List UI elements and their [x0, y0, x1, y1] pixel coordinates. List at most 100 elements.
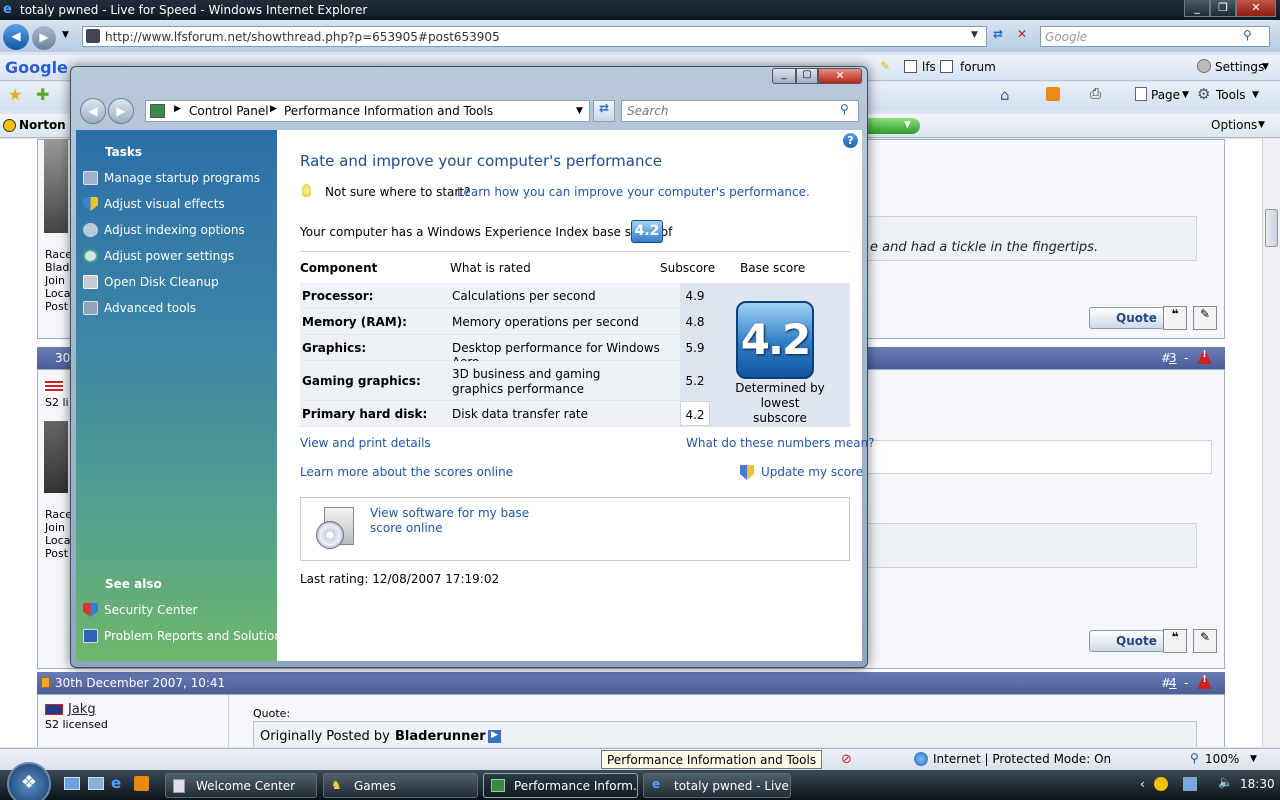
toolbar-lfs-label[interactable]: lfs — [922, 60, 936, 74]
breadcrumb-separator-icon[interactable]: ▶ — [174, 104, 181, 114]
taskbar-performance[interactable]: Performance Inform... — [483, 773, 638, 798]
toolbar-forum-label[interactable]: forum — [960, 60, 996, 74]
restore-button[interactable]: ❐ — [1210, 0, 1236, 17]
zoom-dropdown-icon[interactable]: ▼ — [1250, 754, 1257, 764]
zoom-level[interactable]: 100% — [1205, 752, 1239, 766]
tools-menu[interactable]: Tools — [1216, 88, 1246, 102]
breadcrumb-control-panel[interactable]: Control Panel — [189, 104, 269, 118]
page-menu[interactable]: Page — [1151, 88, 1180, 102]
help-icon[interactable]: ? — [843, 133, 858, 148]
cp-minimize-button[interactable]: _ — [772, 68, 796, 84]
zoom-icon[interactable]: ⚲ — [1190, 751, 1199, 765]
task-disk-cleanup[interactable]: Open Disk Cleanup — [104, 275, 219, 289]
show-desktop-icon[interactable] — [64, 777, 80, 790]
tools-gear-icon[interactable]: ⚙ — [1197, 85, 1210, 103]
tray-norton-icon[interactable] — [1154, 777, 1168, 791]
history-dropdown-icon[interactable]: ▼ — [62, 30, 69, 40]
back-button[interactable]: ◀ — [3, 24, 29, 50]
norton-status-dropdown-icon[interactable]: ▼ — [904, 120, 911, 130]
post-2-quote-button[interactable]: Quote — [1089, 307, 1164, 329]
refresh-button[interactable]: ⇄ — [988, 27, 1008, 46]
determined-by-text: Determined by lowest subscore — [735, 381, 825, 425]
breadcrumb-performance[interactable]: Performance Information and Tools — [284, 104, 493, 118]
popup-blocker-icon[interactable]: ⊘ — [841, 752, 852, 767]
post-3-edit-icon[interactable]: ✎ — [1193, 629, 1217, 653]
breadcrumb-separator-icon[interactable]: ▶ — [270, 104, 277, 114]
settings-menu[interactable]: Settings — [1215, 60, 1264, 74]
add-favorites-icon[interactable]: ✚ — [36, 85, 49, 104]
switch-windows-icon[interactable] — [88, 777, 104, 790]
taskbar-welcome-center[interactable]: Welcome Center — [165, 773, 317, 798]
update-score-link[interactable]: Update my score — [761, 465, 863, 479]
post-2-edit-icon[interactable]: ✎ — [1193, 306, 1217, 330]
page-menu-icon[interactable] — [1135, 87, 1147, 101]
tray-volume-icon[interactable]: 🔈 — [1218, 775, 1233, 789]
what-numbers-mean-link[interactable]: What do these numbers mean? — [686, 436, 875, 450]
post-4-number-link[interactable]: 4 — [1169, 676, 1177, 690]
norton-options-menu[interactable]: Options — [1211, 118, 1257, 132]
quicklaunch-media-icon[interactable] — [134, 776, 149, 791]
settings-icon[interactable] — [1197, 59, 1211, 73]
page-scrollbar[interactable] — [1262, 139, 1280, 747]
cp-back-button[interactable]: ◀ — [80, 98, 106, 124]
feeds-icon[interactable] — [1046, 87, 1060, 101]
post-3-report-icon[interactable]: ! — [1197, 349, 1212, 364]
task-manage-startup[interactable]: Manage startup programs — [104, 171, 260, 185]
page-dropdown-icon[interactable]: ▼ — [1182, 90, 1189, 100]
post-3-quote-button[interactable]: Quote — [1089, 630, 1164, 652]
cp-search-icon[interactable]: ⚲ — [840, 102, 849, 116]
post-3-number-link[interactable]: 3 — [1169, 351, 1177, 365]
settings-dropdown-icon[interactable]: ▼ — [1262, 62, 1269, 72]
post-4-username[interactable]: Jakg — [68, 702, 96, 717]
scrollbar-thumb[interactable] — [1265, 209, 1278, 247]
clock[interactable]: 18:30 — [1240, 777, 1275, 791]
task-adjust-power[interactable]: Adjust power settings — [104, 249, 234, 263]
minimize-button[interactable]: _ — [1184, 0, 1210, 17]
close-button[interactable]: ✕ — [1236, 0, 1276, 17]
address-bar[interactable]: http://www.lfsforum.net/showthread.php?p… — [82, 26, 987, 47]
view-software-link[interactable]: View software for my base score online — [370, 506, 550, 536]
tools-dropdown-icon[interactable]: ▼ — [1252, 90, 1259, 100]
address-dropdown-icon[interactable]: ▼ — [971, 30, 978, 40]
cp-search-box[interactable]: Search ⚲ — [621, 100, 859, 122]
search-box[interactable]: Google ⚲ — [1040, 26, 1270, 47]
favorites-star-icon[interactable]: ★ — [8, 85, 22, 104]
task-adjust-visual[interactable]: Adjust visual effects — [104, 197, 225, 211]
post-3-flag-icon — [45, 381, 63, 392]
print-icon[interactable]: ⎙ — [1090, 86, 1101, 102]
taskbar-games[interactable]: ♞ Games — [323, 773, 478, 798]
start-button[interactable]: ❖ — [7, 762, 51, 800]
cp-close-button[interactable]: ✕ — [818, 68, 862, 84]
tray-expand-icon[interactable]: ‹ — [1140, 777, 1145, 791]
tray-network-icon[interactable] — [1183, 777, 1197, 791]
view-post-icon[interactable]: ▶ — [488, 730, 501, 743]
cp-breadcrumb[interactable]: ▶ Control Panel ▶ Performance Informatio… — [145, 100, 590, 122]
see-also-security-center[interactable]: Security Center — [104, 603, 197, 617]
cp-forward-button[interactable]: ▶ — [108, 98, 134, 124]
learn-more-scores-link[interactable]: Learn more about the scores online — [300, 465, 513, 479]
home-icon[interactable]: ⌂ — [1000, 86, 1010, 104]
stop-button[interactable]: ✕ — [1012, 27, 1032, 46]
post-2-multiquote-icon[interactable]: ❝ — [1163, 306, 1187, 330]
task-advanced-tools[interactable]: Advanced tools — [104, 301, 196, 315]
see-also-problem-reports[interactable]: Problem Reports and Solutions — [104, 629, 288, 643]
view-print-details-link[interactable]: View and print details — [300, 436, 431, 450]
security-zone[interactable]: Internet | Protected Mode: On — [933, 752, 1111, 766]
taskbar-ie-window[interactable]: e totaly pwned - Live ... — [643, 773, 791, 798]
improve-performance-link[interactable]: Learn how you can improve your computer'… — [457, 185, 810, 199]
norton-options-dropdown-icon[interactable]: ▼ — [1258, 120, 1265, 130]
task-adjust-indexing[interactable]: Adjust indexing options — [104, 223, 245, 237]
norton-status-bar[interactable] — [866, 118, 920, 134]
cp-refresh-button[interactable]: ⇄ — [593, 100, 615, 122]
toolbar-lfs-icon[interactable] — [904, 60, 917, 73]
breadcrumb-dropdown-icon[interactable]: ▼ — [576, 106, 583, 116]
toolbar-highlight-icon[interactable]: ✎ — [880, 59, 890, 73]
forward-button[interactable]: ▶ — [32, 26, 56, 50]
search-icon[interactable]: ⚲ — [1243, 28, 1252, 42]
cp-maximize-button[interactable]: ▢ — [796, 68, 818, 84]
toolbar-forum-icon[interactable] — [940, 60, 953, 73]
page-icon — [86, 29, 100, 43]
post-3-multiquote-icon[interactable]: ❝ — [1163, 629, 1187, 653]
post-4-report-icon[interactable]: ! — [1197, 674, 1212, 689]
quicklaunch-ie-icon[interactable]: e — [111, 774, 121, 792]
